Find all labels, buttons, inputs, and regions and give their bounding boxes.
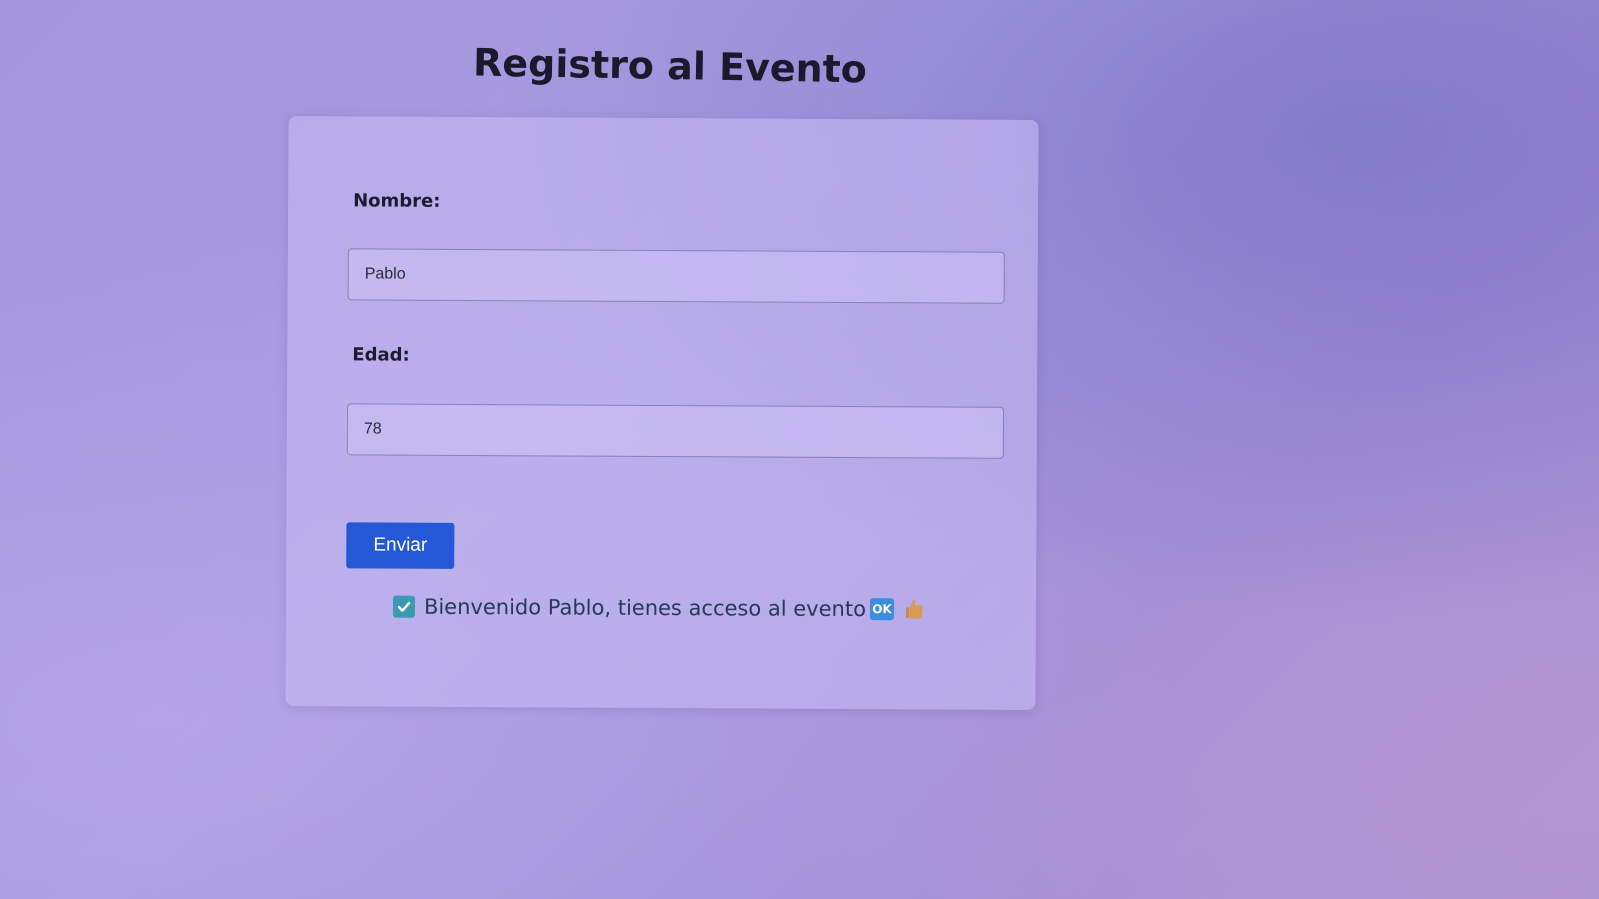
welcome-message: Bienvenido Pablo, tienes acceso al event… <box>392 594 925 622</box>
check-icon <box>392 595 416 618</box>
welcome-message-text: Bienvenido Pablo, tienes acceso al event… <box>423 594 867 622</box>
registration-form: Nombre: Edad: Enviar Bienvenido Pablo, t… <box>285 116 1039 710</box>
name-label: Nombre: <box>353 190 441 212</box>
submit-button[interactable]: Enviar <box>346 522 455 569</box>
age-label: Edad: <box>352 344 410 366</box>
page-title: Registro al Evento <box>472 40 868 92</box>
thumbs-up-icon <box>905 597 925 621</box>
name-input[interactable] <box>347 248 1005 304</box>
age-input[interactable] <box>346 403 1005 459</box>
ok-icon: OK <box>869 598 895 621</box>
